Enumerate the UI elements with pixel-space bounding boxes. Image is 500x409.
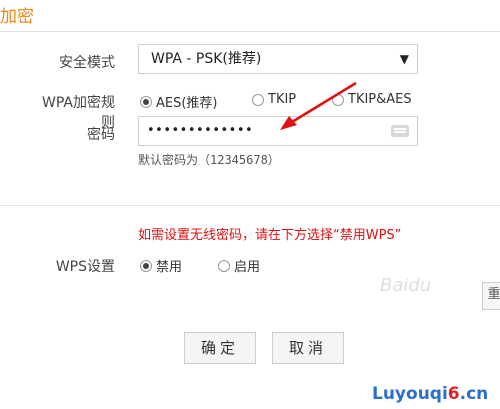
watermark-baidu: Baidu [380, 275, 432, 296]
section-title: 加密 [0, 7, 34, 27]
security-mode-value: WPA - PSK(推荐) [151, 51, 262, 67]
radio-unselected-icon [218, 259, 230, 272]
wps-warning-text: 如需设置无线密码，请在下方选择“禁用WPS” [138, 228, 402, 243]
cancel-button[interactable]: 取消 [272, 332, 344, 364]
watermark-site-part3: .cn [459, 384, 489, 404]
watermark-site: Luyouqi6.cn [372, 384, 488, 404]
side-reset-button[interactable]: 重 [482, 282, 500, 310]
wps-label: WPS设置 [55, 259, 115, 275]
section-divider [0, 205, 500, 206]
annotation-arrow-icon [280, 81, 357, 130]
ok-button[interactable]: 确定 [184, 332, 256, 364]
dropdown-arrow-icon: ▼ [399, 52, 409, 66]
title-divider [0, 31, 500, 32]
radio-wps-disable-label: 禁用 [156, 260, 183, 275]
security-mode-label: 安全模式 [59, 55, 115, 71]
radio-aes-label: AES(推荐) [156, 96, 218, 111]
watermark-site-part1: Luyouqi [372, 384, 448, 404]
default-password-hint: 默认密码为（12345678） [138, 153, 280, 167]
radio-selected-icon [140, 95, 152, 108]
password-value: ••••••••••••• [147, 123, 254, 138]
password-label: 密码 [87, 127, 115, 143]
radio-wps-disable[interactable]: 禁用 [140, 256, 182, 275]
radio-wps-enable-label: 启用 [234, 260, 261, 275]
security-mode-select[interactable]: WPA - PSK(推荐) ▼ [138, 44, 418, 74]
keyboard-icon[interactable] [391, 125, 409, 137]
watermark-site-part2: 6 [447, 384, 460, 404]
radio-wps-enable[interactable]: 启用 [218, 256, 260, 275]
radio-aes[interactable]: AES(推荐) [140, 92, 218, 111]
radio-unselected-icon [252, 93, 264, 106]
radio-selected-icon [140, 259, 152, 272]
